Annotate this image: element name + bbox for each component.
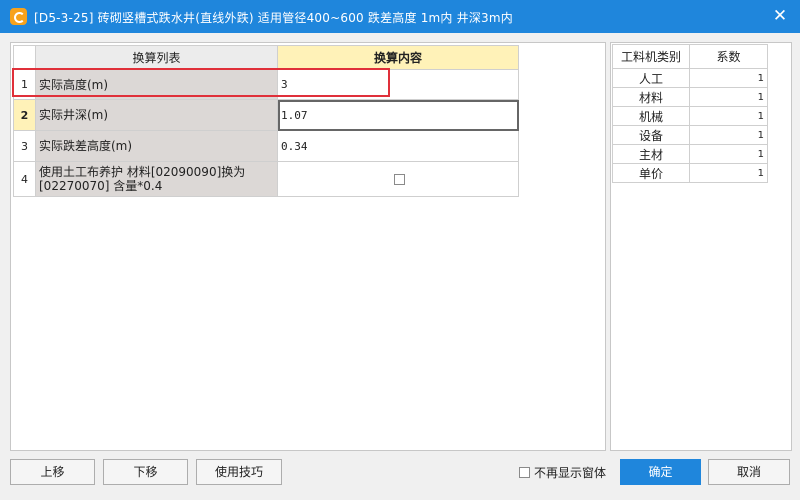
table-row[interactable]: 2 实际井深(m) 1.07 bbox=[13, 99, 519, 131]
coef-panel: 工料机类别 系数 人工 1 材料 1 机械 1 设备 1 主材 1 单价 1 bbox=[610, 42, 792, 451]
row-value-input[interactable]: 1.07 bbox=[277, 99, 519, 131]
row-num: 2 bbox=[13, 99, 36, 131]
close-button[interactable]: ✕ bbox=[770, 6, 790, 26]
table-row[interactable]: 4 使用土工布养护 材料[02090090]换为[02270070] 含量*0.… bbox=[13, 161, 519, 197]
coef-category: 材料 bbox=[612, 87, 690, 107]
coef-table-header: 工料机类别 系数 bbox=[612, 44, 768, 69]
row-value-input[interactable]: 0.34 bbox=[277, 130, 519, 162]
use-geotextile-checkbox[interactable] bbox=[394, 174, 405, 185]
coef-value[interactable]: 1 bbox=[689, 163, 768, 183]
header-category: 工料机类别 bbox=[612, 44, 690, 69]
table-row[interactable]: 3 实际跌差高度(m) 0.34 bbox=[13, 130, 519, 162]
calc-panel: 换算列表 换算内容 1 实际高度(m) 3 2 实际井深(m) 1.07 3 实… bbox=[10, 42, 606, 451]
tips-button[interactable]: 使用技巧 bbox=[196, 459, 282, 485]
dont-show-label: 不再显示窗体 bbox=[534, 466, 607, 480]
window-title: [D5-3-25] 砖砌竖槽式跌水井(直线外跌) 适用管径400~600 跌差高… bbox=[34, 11, 513, 25]
coef-value[interactable]: 1 bbox=[689, 68, 768, 88]
coef-category: 单价 bbox=[612, 163, 690, 183]
calc-table-header: 换算列表 换算内容 bbox=[13, 45, 519, 70]
dont-show-option[interactable]: 不再显示窗体 bbox=[519, 464, 606, 481]
table-row[interactable]: 1 实际高度(m) 3 bbox=[13, 69, 519, 100]
cancel-button[interactable]: 取消 bbox=[708, 459, 790, 485]
app-logo-icon bbox=[10, 8, 27, 25]
ok-button[interactable]: 确定 bbox=[620, 459, 701, 485]
coef-value[interactable]: 1 bbox=[689, 106, 768, 126]
coef-table: 工料机类别 系数 人工 1 材料 1 机械 1 设备 1 主材 1 单价 1 bbox=[612, 44, 768, 183]
dont-show-checkbox[interactable] bbox=[519, 467, 530, 478]
row-num: 3 bbox=[13, 130, 36, 162]
header-num bbox=[13, 45, 36, 70]
row-num: 1 bbox=[13, 69, 36, 100]
row-value-input[interactable]: 3 bbox=[277, 69, 519, 100]
row-value-checkbox-cell bbox=[277, 161, 519, 197]
table-row[interactable]: 主材 1 bbox=[612, 144, 768, 164]
table-row[interactable]: 机械 1 bbox=[612, 106, 768, 126]
coef-category: 机械 bbox=[612, 106, 690, 126]
coef-category: 人工 bbox=[612, 68, 690, 88]
header-calc-list: 换算列表 bbox=[35, 45, 278, 70]
row-num: 4 bbox=[13, 161, 36, 197]
row-name: 实际高度(m) bbox=[35, 69, 278, 100]
calc-table: 换算列表 换算内容 1 实际高度(m) 3 2 实际井深(m) 1.07 3 实… bbox=[13, 45, 519, 197]
coef-value[interactable]: 1 bbox=[689, 87, 768, 107]
row-name: 使用土工布养护 材料[02090090]换为[02270070] 含量*0.4 bbox=[35, 161, 278, 197]
header-coef: 系数 bbox=[689, 44, 768, 69]
move-up-button[interactable]: 上移 bbox=[10, 459, 95, 485]
coef-value[interactable]: 1 bbox=[689, 144, 768, 164]
header-calc-content: 换算内容 bbox=[277, 45, 519, 70]
move-down-button[interactable]: 下移 bbox=[103, 459, 188, 485]
coef-value[interactable]: 1 bbox=[689, 125, 768, 145]
table-row[interactable]: 设备 1 bbox=[612, 125, 768, 145]
row-name: 实际跌差高度(m) bbox=[35, 130, 278, 162]
table-row[interactable]: 材料 1 bbox=[612, 87, 768, 107]
table-row[interactable]: 单价 1 bbox=[612, 163, 768, 183]
title-bar: [D5-3-25] 砖砌竖槽式跌水井(直线外跌) 适用管径400~600 跌差高… bbox=[0, 0, 800, 33]
coef-category: 主材 bbox=[612, 144, 690, 164]
table-row[interactable]: 人工 1 bbox=[612, 68, 768, 88]
row-name: 实际井深(m) bbox=[35, 99, 278, 131]
coef-category: 设备 bbox=[612, 125, 690, 145]
